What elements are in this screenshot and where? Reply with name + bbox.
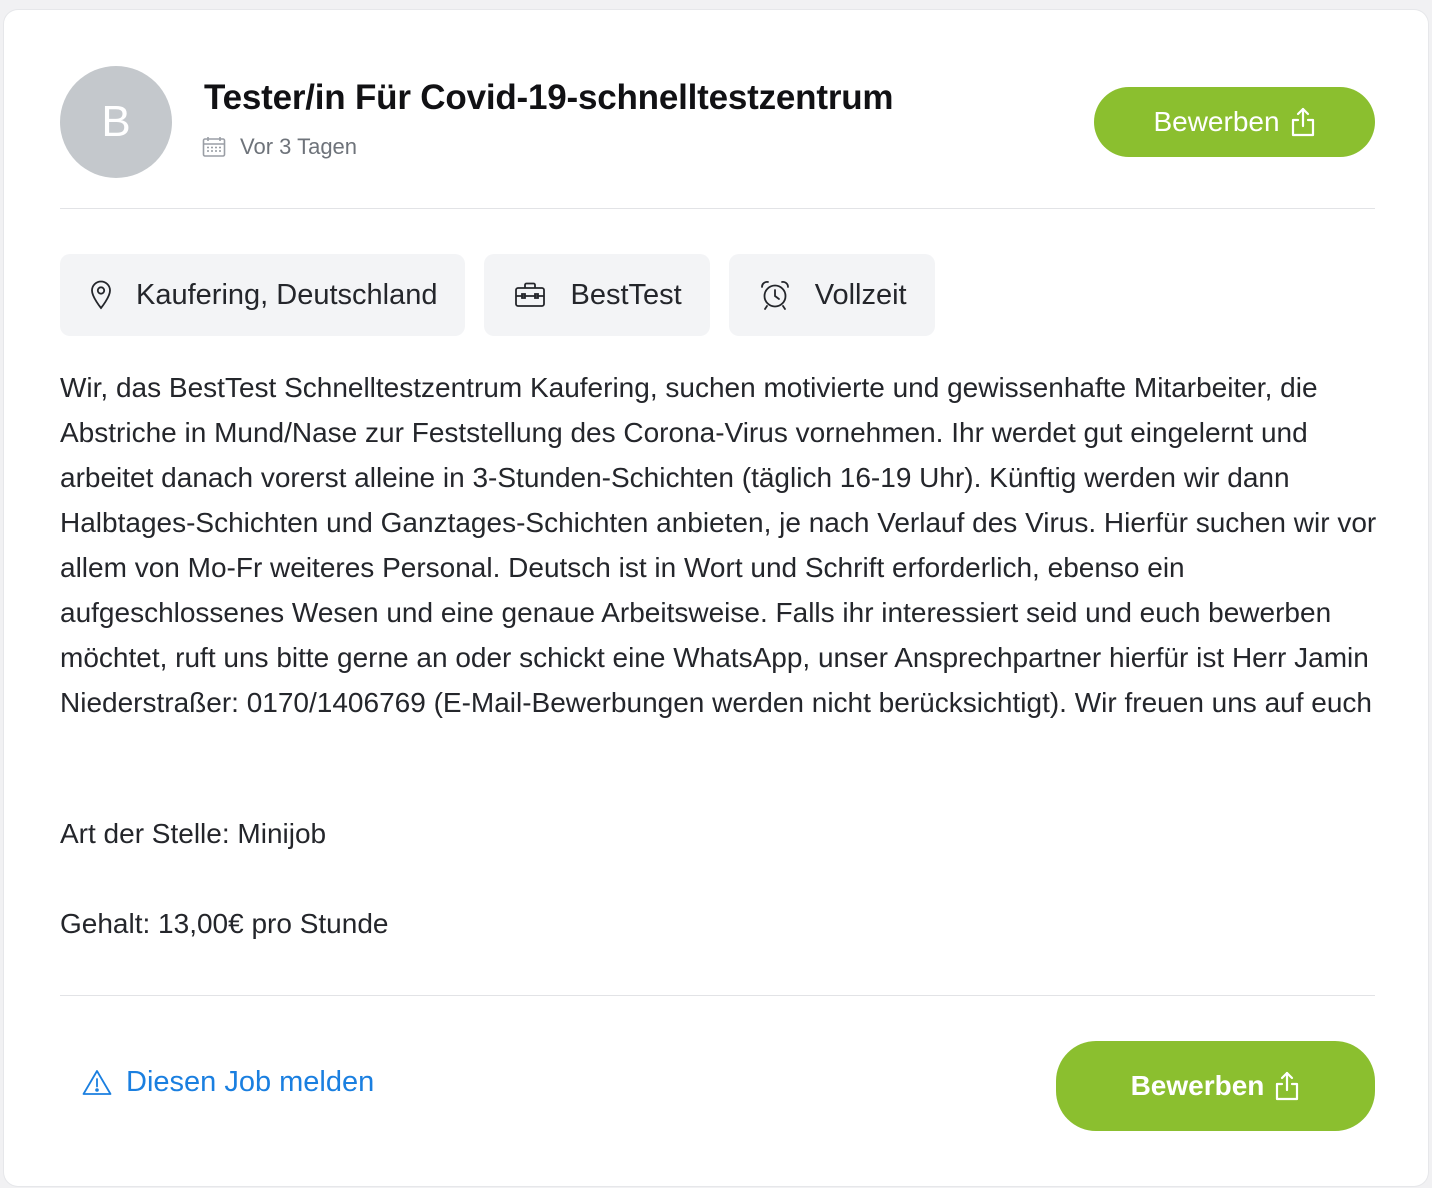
report-job-label: Diesen Job melden [126, 1066, 375, 1098]
share-upload-icon [1276, 1071, 1299, 1101]
job-type: Art der Stelle: Minijob [60, 818, 327, 849]
company-tag: BestTest [484, 254, 710, 336]
warning-triangle-icon [82, 1070, 112, 1095]
apply-button-label: Bewerben [1153, 106, 1280, 137]
apply-button-label: Bewerben [1130, 1070, 1265, 1101]
report-job-link[interactable]: Diesen Job melden [82, 1066, 374, 1099]
share-upload-icon [1291, 107, 1314, 137]
company-avatar: B [60, 66, 172, 178]
briefcase-icon [514, 282, 546, 308]
footer-divider [60, 995, 1375, 996]
posted-date-text: Vor 3 Tagen [240, 134, 358, 159]
apply-button-top[interactable]: Bewerben [1094, 87, 1375, 157]
location-text: Kaufering, Deutschland [136, 278, 438, 311]
job-card: B Tester/in Für Covid-19-schnelltestzent… [4, 10, 1428, 1186]
job-title: Tester/in Für Covid-19-schnelltestzentru… [204, 78, 894, 117]
job-tags: Kaufering, Deutschland BestTest Vollzeit [60, 254, 935, 336]
job-description: Wir, das BestTest Schnelltestzentrum Kau… [60, 372, 1377, 718]
header-divider [60, 208, 1375, 209]
posted-date: Vor 3 Tagen [202, 134, 357, 160]
alarm-clock-icon [759, 280, 791, 310]
employment-type-text: Vollzeit [814, 278, 907, 311]
calendar-icon [202, 137, 226, 157]
location-tag: Kaufering, Deutschland [60, 254, 466, 336]
apply-button-bottom[interactable]: Bewerben [1056, 1041, 1375, 1131]
salary: Gehalt: 13,00€ pro Stunde [60, 908, 389, 939]
employment-type-tag: Vollzeit [728, 254, 935, 336]
company-text: BestTest [570, 278, 682, 311]
map-pin-icon [90, 280, 112, 310]
